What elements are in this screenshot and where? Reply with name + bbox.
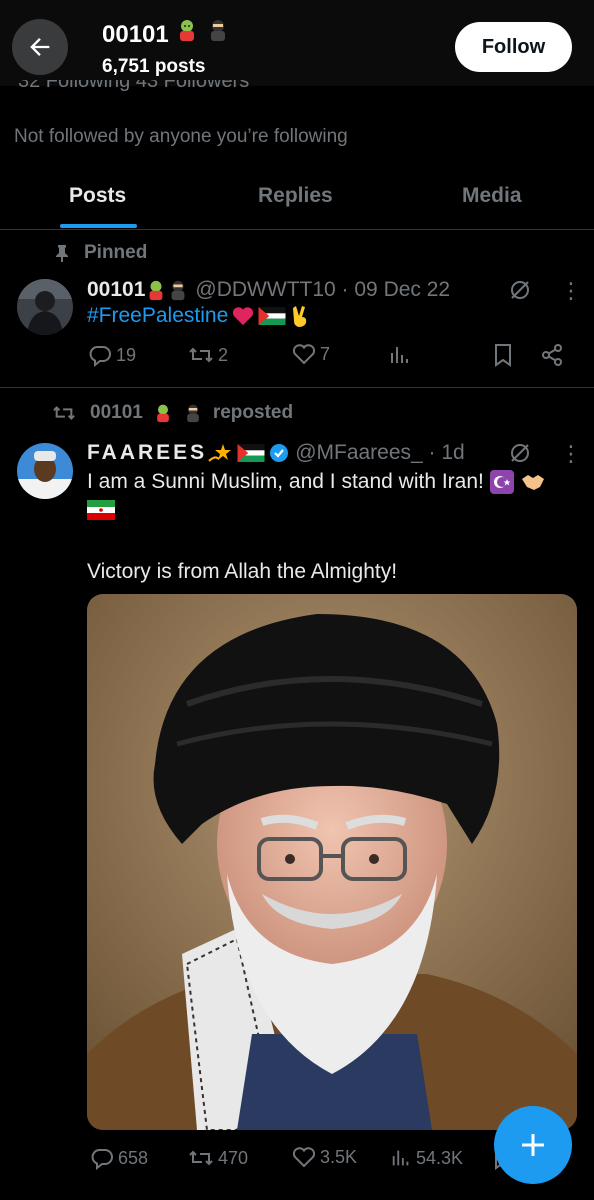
ninja-emoji xyxy=(206,18,230,42)
reposted-label: reposted xyxy=(212,402,294,423)
reply-button[interactable]: 19 xyxy=(88,343,136,367)
like-count: 3.5K xyxy=(320,1146,358,1167)
like-button[interactable]: 3.5K xyxy=(292,1146,357,1168)
hashtag-link[interactable]: #FreePalestine xyxy=(87,304,228,328)
palestine-flag-emoji xyxy=(258,307,286,325)
views-button[interactable] xyxy=(388,343,412,367)
repost-count: 470 xyxy=(218,1147,249,1168)
pin-icon xyxy=(56,245,68,262)
reply-button[interactable]: 658 xyxy=(90,1146,148,1170)
back-button[interactable] xyxy=(12,19,68,75)
reply-icon xyxy=(91,1149,113,1170)
tweet-text-line3: Victory is from Allah the Almighty! xyxy=(87,560,398,583)
tab-media[interactable]: Media xyxy=(462,184,522,208)
ninja-emoji xyxy=(183,403,203,423)
reply-count: 658 xyxy=(118,1147,149,1168)
author-handle-date: @DDWWTT10 · 09 Dec 22 xyxy=(195,278,451,301)
reposter-name[interactable]: 00101 xyxy=(90,402,143,424)
views-button[interactable]: 54.3K xyxy=(390,1146,463,1170)
heart-emoji xyxy=(233,307,254,326)
tab-replies[interactable]: Replies xyxy=(258,184,333,208)
dizzy-emoji xyxy=(207,441,233,465)
share-icon xyxy=(542,344,562,366)
post-count: 6,751 posts xyxy=(102,56,206,77)
repost-icon xyxy=(53,406,75,420)
repost-icon xyxy=(189,1150,213,1166)
zombie-emoji xyxy=(145,279,167,301)
like-count: 7 xyxy=(320,343,331,364)
reply-icon xyxy=(89,346,111,367)
repost-count: 2 xyxy=(218,344,229,365)
palestine-flag-emoji xyxy=(237,444,265,462)
avatar[interactable] xyxy=(17,279,73,335)
profile-name: 00101 xyxy=(102,18,230,49)
tab-posts[interactable]: Posts xyxy=(69,184,126,208)
plus-icon xyxy=(522,1134,544,1156)
tweet-text-line: I am a Sunni Muslim, and I stand with Ir… xyxy=(87,468,546,496)
heart-icon xyxy=(292,1147,316,1168)
grok-icon[interactable] xyxy=(508,441,532,465)
following-stats-partial: 32 Following 43 Followers xyxy=(18,80,250,92)
grok-icon[interactable] xyxy=(508,278,532,302)
profile-header: 00101 6,751 posts Follow xyxy=(0,0,594,86)
more-vertical-icon[interactable]: ⋮ xyxy=(560,441,582,467)
reply-count: 19 xyxy=(116,344,137,365)
like-button[interactable]: 7 xyxy=(292,343,330,365)
star-crescent-emoji xyxy=(489,470,514,495)
view-count: 54.3K xyxy=(416,1147,464,1168)
ninja-emoji xyxy=(167,279,189,301)
repost-tweet-header: FAAREES @MFaarees_ · 1d xyxy=(87,441,465,465)
pinned-label: Pinned xyxy=(84,242,148,263)
share-button[interactable] xyxy=(540,343,564,367)
pinned-tweet-actions: 19 2 7 xyxy=(88,343,568,373)
bookmark-button[interactable] xyxy=(492,343,514,367)
more-vertical-icon[interactable]: ⋮ xyxy=(560,278,582,304)
verified-badge-icon xyxy=(269,443,289,463)
arrow-left-icon xyxy=(30,38,50,56)
profile-name-text: 00101 xyxy=(102,21,169,48)
pinned-label-row: Pinned xyxy=(54,242,147,264)
compose-button[interactable] xyxy=(494,1106,572,1184)
author-name[interactable]: FAAREES xyxy=(87,441,207,465)
bookmark-icon xyxy=(495,344,511,367)
follow-button[interactable]: Follow xyxy=(455,22,572,72)
tweet-divider xyxy=(0,387,594,388)
heart-icon xyxy=(292,344,316,365)
repost-button[interactable]: 470 xyxy=(188,1146,248,1170)
profile-tabs: Posts Replies Media xyxy=(0,170,594,230)
zombie-emoji xyxy=(175,18,199,42)
tweet-text-line1: I am a Sunni Muslim, and I stand with Ir… xyxy=(87,470,484,493)
tweet-text: #FreePalestine xyxy=(87,304,312,328)
zombie-emoji xyxy=(153,403,173,423)
views-icon xyxy=(392,1150,409,1166)
views-icon xyxy=(391,347,408,363)
not-followed-text: Not followed by anyone you’re following xyxy=(14,126,348,147)
reposted-by-row: 00101 reposted xyxy=(52,402,293,424)
active-tab-indicator xyxy=(60,224,137,228)
repost-icon xyxy=(189,347,213,363)
author-name[interactable]: 00101 xyxy=(87,278,145,302)
handshake-emoji xyxy=(520,471,546,493)
repost-button[interactable]: 2 xyxy=(188,343,228,367)
tweet-image[interactable] xyxy=(87,594,577,1130)
author-handle-time: @MFaarees_ · 1d xyxy=(295,441,465,464)
victory-hand-emoji xyxy=(293,306,307,327)
iran-flag-emoji xyxy=(87,500,115,528)
pinned-tweet-header: 00101 @DDWWTT10 · 09 Dec 22 xyxy=(87,278,450,302)
avatar[interactable] xyxy=(17,443,73,499)
